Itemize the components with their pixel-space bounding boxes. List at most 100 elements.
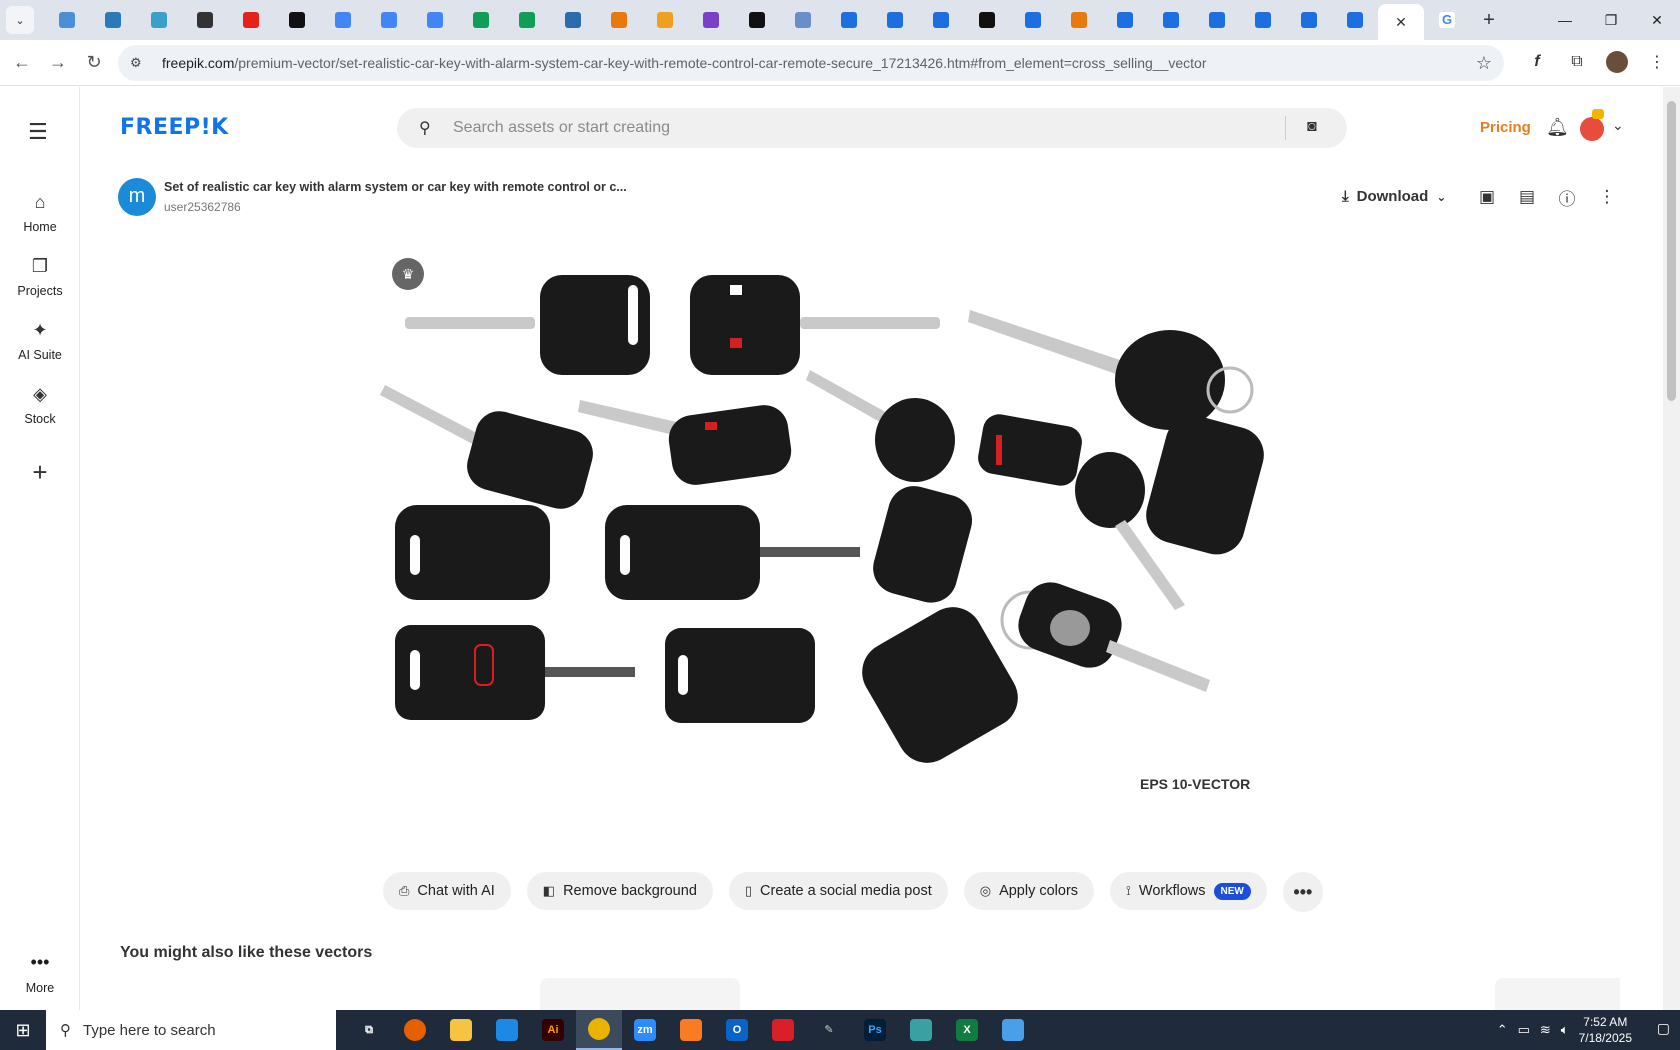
active-tab[interactable]: ✕ (1378, 4, 1424, 40)
zoom-icon[interactable]: zm (622, 1010, 668, 1050)
task-view-icon[interactable]: ⧉ (346, 1010, 392, 1050)
restore-button[interactable]: ❐ (1588, 0, 1634, 40)
sidebar-item-home[interactable]: ⌂ Home (0, 192, 80, 234)
browser-tab[interactable] (1194, 4, 1240, 36)
notification-center-icon[interactable]: ▢ (1657, 1020, 1670, 1037)
related-thumbnail[interactable] (120, 978, 420, 1012)
browser-menu-icon[interactable]: ⋮ (1642, 44, 1672, 80)
forward-button[interactable]: → (40, 45, 76, 81)
sidebar-item-stock[interactable]: ◈ Stock (0, 384, 80, 426)
vscode-icon[interactable] (484, 1010, 530, 1050)
browser-tab[interactable] (872, 4, 918, 36)
browser-tab[interactable] (1010, 4, 1056, 36)
site-info-icon[interactable]: ⚙ (130, 55, 154, 71)
sidebar-item-projects[interactable]: ❐ Projects (0, 256, 80, 298)
scrollbar-thumb[interactable] (1667, 101, 1676, 401)
browser-tab[interactable] (1102, 4, 1148, 36)
browser-tab[interactable] (1148, 4, 1194, 36)
photoshop-icon[interactable]: Ps (852, 1010, 898, 1050)
workflows-button[interactable]: ⟟ Workflows NEW (1110, 872, 1267, 910)
info-icon[interactable]: ⓘ (1556, 186, 1578, 209)
file-explorer-icon[interactable] (438, 1010, 484, 1050)
network-icon[interactable]: ▭ (1518, 1022, 1530, 1038)
sidebar-more[interactable]: ••• More (0, 952, 80, 995)
pricing-link[interactable]: Pricing (1480, 119, 1531, 136)
browser-tab[interactable] (1240, 4, 1286, 36)
add-button[interactable]: + (20, 452, 60, 492)
browser-tab[interactable] (228, 4, 274, 36)
create-social-post-button[interactable]: ▯ Create a social media post (728, 872, 948, 910)
reload-button[interactable]: ↻ (76, 45, 112, 81)
browser-tab[interactable] (274, 4, 320, 36)
browser-tab[interactable] (90, 4, 136, 36)
close-window-button[interactable]: ✕ (1634, 0, 1680, 40)
author-name[interactable]: user25362786 (164, 200, 241, 214)
apply-colors-button[interactable]: ◎ Apply colors (963, 872, 1095, 910)
download-button[interactable]: ⤓ Download ⌄ (1342, 188, 1446, 205)
notification-bell-icon[interactable]: 🔔︎ (1546, 117, 1569, 138)
related-thumbnail[interactable] (770, 978, 1000, 1012)
browser-tab[interactable] (688, 4, 734, 36)
chevron-up-icon[interactable]: ⌃ (1497, 1022, 1508, 1038)
hamburger-menu-icon[interactable]: ☰ (28, 119, 48, 145)
search-input[interactable] (453, 116, 1253, 140)
outlook-icon[interactable]: O (714, 1010, 760, 1050)
browser-tab[interactable] (734, 4, 780, 36)
bookmark-star-icon[interactable]: ☆ (1476, 53, 1492, 74)
taskbar-search[interactable]: ⚲ Type here to search (46, 1010, 336, 1050)
browser-tab[interactable] (412, 4, 458, 36)
tab-google[interactable]: G (1424, 4, 1470, 36)
browser-tab[interactable] (780, 4, 826, 36)
illustrator-icon[interactable]: Ai (530, 1010, 576, 1050)
extension-f-icon[interactable]: f (1522, 44, 1552, 80)
browser-tab[interactable] (550, 4, 596, 36)
browser-tab[interactable] (826, 4, 872, 36)
browser-tab[interactable] (964, 4, 1010, 36)
xampp-icon[interactable] (668, 1010, 714, 1050)
more-actions-button[interactable]: ••• (1282, 872, 1323, 912)
chrome-icon[interactable] (576, 1010, 622, 1050)
freepik-logo[interactable]: FREEP!K (120, 115, 229, 140)
browser-tab[interactable] (642, 4, 688, 36)
browser-tab[interactable] (918, 4, 964, 36)
paint-icon[interactable] (990, 1010, 1036, 1050)
windows-start-icon[interactable]: ⊞ (0, 1010, 46, 1050)
browser-tab[interactable] (596, 4, 642, 36)
browser-tab[interactable] (504, 4, 550, 36)
folder-add-icon[interactable]: ▣ (1476, 186, 1498, 208)
more-options-icon[interactable]: ⋮ (1596, 186, 1618, 208)
new-tab-button[interactable]: + (1474, 5, 1504, 35)
browser-tab[interactable] (366, 4, 412, 36)
browser-tab[interactable] (136, 4, 182, 36)
sidebar-item-ai-suite[interactable]: ✦ AI Suite (0, 320, 80, 362)
excel-icon[interactable]: X (944, 1010, 990, 1050)
page-scrollbar[interactable] (1663, 87, 1680, 1011)
creative-cloud-icon[interactable] (760, 1010, 806, 1050)
extensions-puzzle-icon[interactable]: ⧉ (1562, 44, 1592, 80)
app-diamond-icon[interactable] (898, 1010, 944, 1050)
taskbar-clock[interactable]: 7:52 AM 7/18/2025 (1579, 1014, 1632, 1046)
url-field[interactable]: ⚙ freepik.com/premium-vector/set-realist… (118, 45, 1504, 81)
profile-avatar[interactable] (1602, 44, 1632, 80)
browser-tab[interactable] (44, 4, 90, 36)
browser-tab[interactable] (458, 4, 504, 36)
browser-tab[interactable] (1286, 4, 1332, 36)
author-avatar[interactable]: m (118, 178, 156, 216)
related-thumbnail[interactable] (1330, 978, 1470, 1012)
back-button[interactable]: ← (4, 45, 40, 81)
camera-icon[interactable]: ◙ (1307, 118, 1317, 136)
remove-background-button[interactable]: ◧ Remove background (526, 872, 713, 910)
browser-tab[interactable] (320, 4, 366, 36)
browser-tab[interactable] (1056, 4, 1102, 36)
wifi-icon[interactable]: ≋ (1540, 1022, 1551, 1038)
edit-image-icon[interactable]: ▤ (1516, 186, 1538, 208)
pen-tool-icon[interactable]: ✎ (806, 1010, 852, 1050)
tab-search-button[interactable]: ⌄ (6, 6, 34, 34)
close-tab-icon[interactable]: ✕ (1395, 14, 1407, 31)
related-thumbnail[interactable] (1495, 978, 1620, 1012)
browser-tab[interactable] (182, 4, 228, 36)
chevron-down-icon[interactable]: ⌄ (1612, 117, 1624, 134)
user-avatar[interactable] (1580, 117, 1604, 141)
minimize-button[interactable]: — (1542, 0, 1588, 40)
firefox-icon[interactable] (392, 1010, 438, 1050)
